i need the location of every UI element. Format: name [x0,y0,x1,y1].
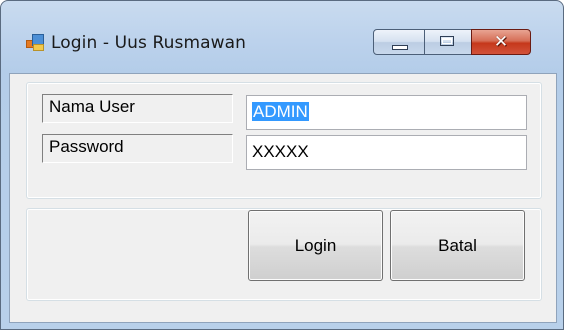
password-field[interactable]: XXXXX [246,135,527,170]
window-title: Login - Uus Rusmawan [51,33,247,53]
close-icon: ✕ [493,32,509,52]
minimize-icon [392,45,408,50]
minimize-button[interactable] [373,29,425,55]
username-label: Nama User [42,94,233,123]
username-field[interactable]: ADMIN [246,95,527,130]
close-button[interactable]: ✕ [471,29,531,55]
app-form-icon[interactable] [26,34,44,51]
password-label: Password [42,134,233,163]
maximize-button[interactable] [424,29,472,55]
maximize-icon [440,36,454,46]
login-window: Login - Uus Rusmawan ✕ Nama User ADMIN P… [0,0,564,330]
login-button[interactable]: Login [248,210,383,281]
cancel-button[interactable]: Batal [390,210,525,281]
password-value[interactable]: XXXXX [252,142,309,161]
username-value[interactable]: ADMIN [252,102,309,121]
